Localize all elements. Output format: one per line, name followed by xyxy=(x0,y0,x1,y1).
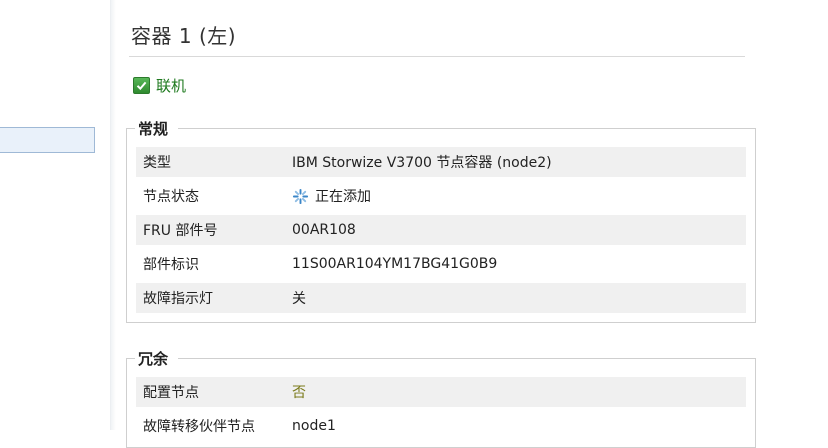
property-row-fault-led: 故障指示灯 关 xyxy=(136,283,746,313)
online-status: 联机 xyxy=(133,75,186,96)
general-section: 常规 类型 IBM Storwize V3700 节点容器 (node2) 节点… xyxy=(126,118,756,323)
property-label: 故障指示灯 xyxy=(143,291,213,307)
pane-divider xyxy=(110,0,116,430)
property-row-type: 类型 IBM Storwize V3700 节点容器 (node2) xyxy=(136,147,746,177)
property-row-config-node: 配置节点 否 xyxy=(136,377,746,407)
page-title: 容器 1 (左) xyxy=(131,24,237,48)
property-label: 类型 xyxy=(143,155,171,171)
property-label: 部件标识 xyxy=(143,257,199,273)
property-value: 11S00AR104YM17BG41G0B9 xyxy=(292,256,498,272)
property-row-part-id: 部件标识 11S00AR104YM17BG41G0B9 xyxy=(136,249,746,279)
property-value: node1 xyxy=(292,418,336,434)
property-row-fru-part-number: FRU 部件号 00AR108 xyxy=(136,215,746,245)
property-row-failover-partner: 故障转移伙伴节点 node1 xyxy=(136,411,746,441)
navigation-pane xyxy=(0,0,111,430)
property-row-node-status: 节点状态 正在添加 xyxy=(136,181,746,211)
check-icon xyxy=(133,77,150,94)
property-label: 故障转移伙伴节点 xyxy=(143,419,255,435)
redundancy-legend: 冗余 xyxy=(135,348,179,369)
property-label: 节点状态 xyxy=(143,189,199,205)
property-label: FRU 部件号 xyxy=(143,223,218,239)
title-divider xyxy=(129,56,745,57)
property-value: 否 xyxy=(292,385,306,401)
property-value-container: 正在添加 xyxy=(284,186,746,206)
status-label: 联机 xyxy=(156,77,187,95)
nav-selected-item[interactable] xyxy=(0,127,95,153)
property-value: 正在添加 xyxy=(315,189,371,205)
property-value: IBM Storwize V3700 节点容器 (node2) xyxy=(292,155,552,171)
property-label: 配置节点 xyxy=(143,385,199,401)
property-value: 00AR108 xyxy=(292,222,356,238)
redundancy-section: 冗余 配置节点 否 故障转移伙伴节点 node1 xyxy=(126,348,756,448)
spinner-icon xyxy=(292,188,309,204)
property-value: 关 xyxy=(292,291,306,307)
general-legend: 常规 xyxy=(135,118,179,139)
